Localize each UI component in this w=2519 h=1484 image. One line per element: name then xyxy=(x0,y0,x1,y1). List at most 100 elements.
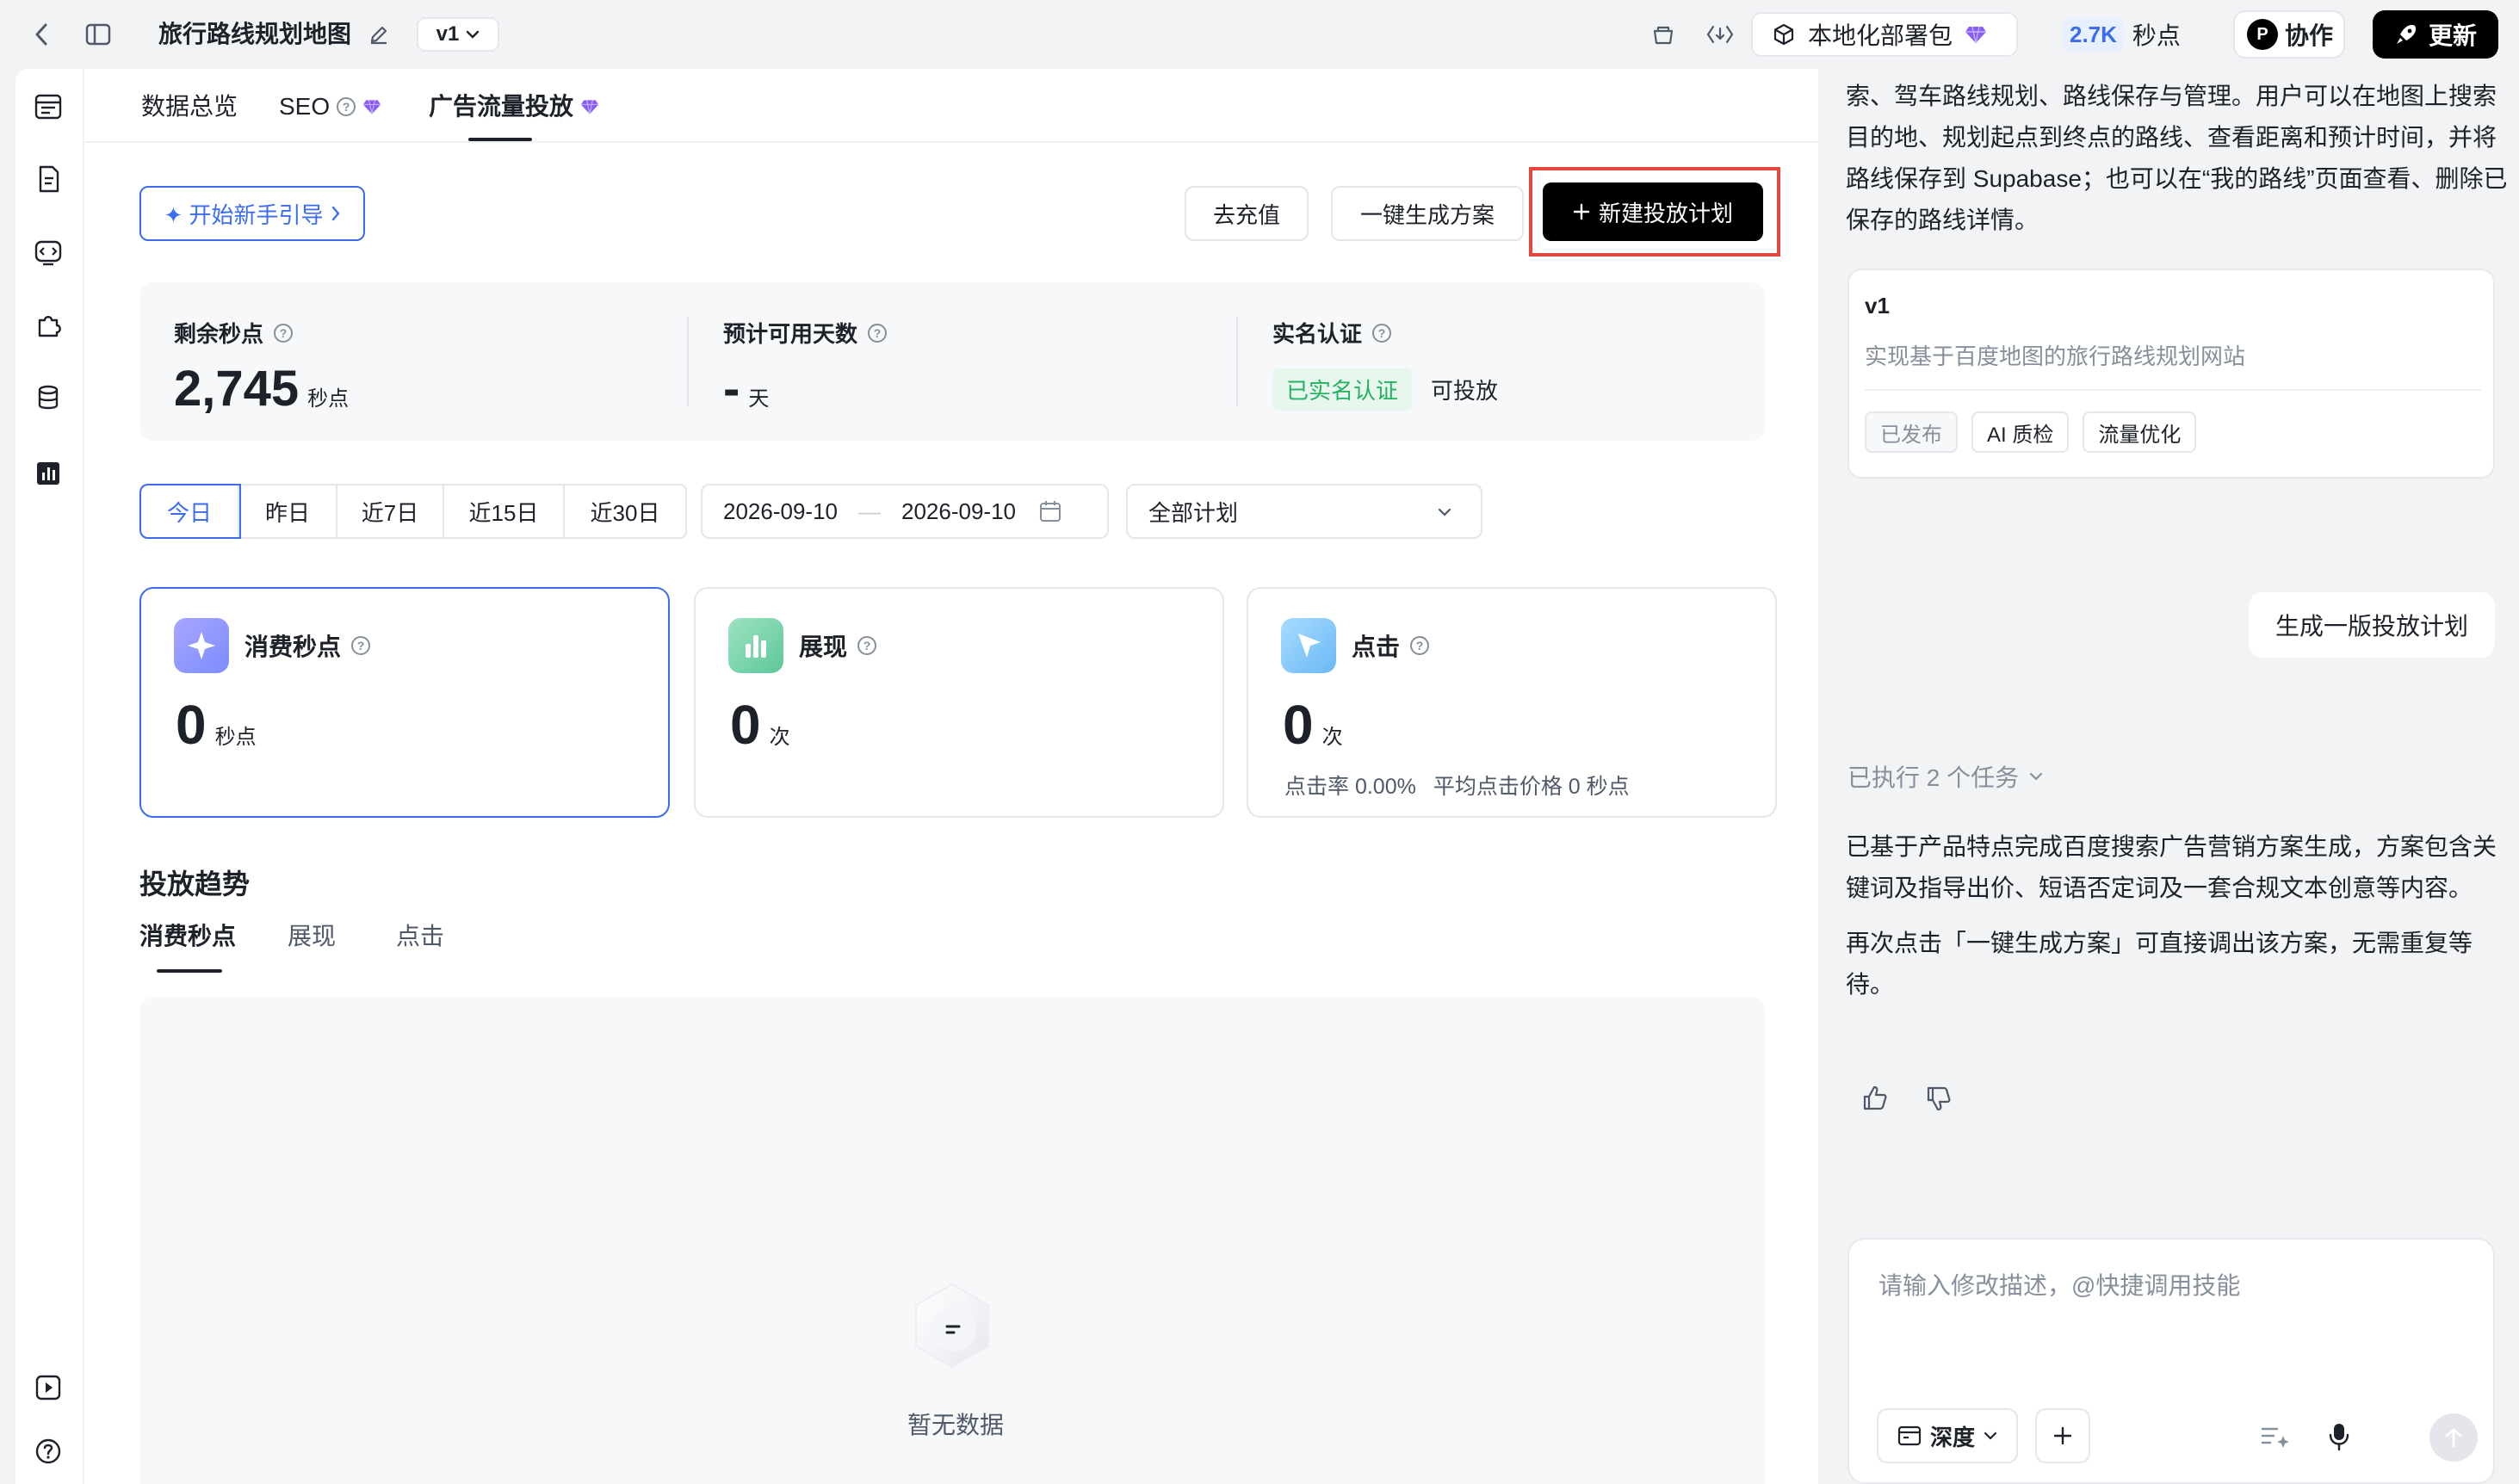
local-deploy-label: 本地化部署包 xyxy=(1808,22,1953,49)
stat-estimated-days: 预计可用天数? -天 xyxy=(689,282,1236,441)
metric-unit: 次 xyxy=(1321,726,1343,749)
stat-label: 预计可用天数 xyxy=(723,321,858,347)
edit-icon[interactable] xyxy=(363,19,394,50)
trend-tab-clicks[interactable]: 点击 xyxy=(396,918,444,952)
chevron-down-icon xyxy=(1438,508,1451,516)
help-circle-icon[interactable]: ? xyxy=(351,636,371,655)
stat-value: 2,745 xyxy=(174,361,300,417)
metric-card-impressions[interactable]: 展现? 0次 xyxy=(694,587,1224,818)
premium-gem-icon xyxy=(362,100,381,114)
tab-ad-traffic[interactable]: 广告流量投放 xyxy=(429,90,599,124)
code-export-icon[interactable] xyxy=(1705,19,1736,50)
executed-tasks-toggle[interactable]: 已执行 2 个任务 xyxy=(1847,759,2043,794)
cube-icon xyxy=(1773,23,1794,46)
stat-unit: 天 xyxy=(748,387,770,411)
premium-gem-icon xyxy=(1965,26,1987,44)
plugin-icon[interactable] xyxy=(33,310,64,341)
main-panel: 数据总览 SEO ? 广告流量投放 ✦ 开始新手引导 去充值 一键生成方案 新建… xyxy=(83,69,1820,1484)
tab-data-overview[interactable]: 数据总览 xyxy=(141,90,238,124)
verify-status: 可投放 xyxy=(1431,378,1499,404)
help-circle-icon[interactable]: ? xyxy=(274,323,294,343)
help-circle-icon[interactable]: ? xyxy=(1372,323,1392,343)
active-subtab-indicator xyxy=(157,969,222,973)
start-guide-button[interactable]: ✦ 开始新手引导 xyxy=(139,186,365,241)
date-range-picker[interactable]: 2026-09-10 — 2026-09-10 xyxy=(701,484,1109,539)
plan-select[interactable]: 全部计划 xyxy=(1126,484,1482,539)
chat-input-box[interactable]: 请输入修改描述，@快捷调用技能 深度 xyxy=(1847,1238,2495,1484)
code-icon[interactable] xyxy=(33,238,64,269)
tab-label: 广告流量投放 xyxy=(429,93,574,120)
analytics-icon[interactable] xyxy=(33,458,64,489)
metric-card-spend[interactable]: 消费秒点? 0 秒点 xyxy=(139,587,670,818)
ai-qa-chip[interactable]: AI 质检 xyxy=(1971,411,2070,453)
active-tab-indicator xyxy=(468,138,532,141)
version-select[interactable]: v1 xyxy=(417,17,499,52)
range-15d[interactable]: 近15日 xyxy=(444,485,565,537)
range-label: 今日 xyxy=(166,499,212,526)
recharge-button[interactable]: 去充值 xyxy=(1185,186,1309,241)
traffic-optimize-chip[interactable]: 流量优化 xyxy=(2083,411,2197,453)
published-chip: 已发布 xyxy=(1865,411,1958,453)
range-7d[interactable]: 近7日 xyxy=(337,485,444,537)
version-label: v1 xyxy=(436,22,460,46)
microphone-icon[interactable] xyxy=(2328,1422,2350,1451)
metric-name: 点击 xyxy=(1352,634,1401,660)
depth-mode-select[interactable]: 深度 xyxy=(1877,1408,2018,1463)
rocket-icon xyxy=(2396,25,2416,44)
range-30d[interactable]: 近30日 xyxy=(565,485,685,537)
recharge-label: 去充值 xyxy=(1212,201,1280,228)
help-circle-icon[interactable]: ? xyxy=(1410,636,1430,655)
metric-card-clicks[interactable]: 点击? 0次 点击率 0.00% 平均点击价格 0 秒点 xyxy=(1247,587,1777,818)
metric-value: 0 xyxy=(176,694,207,756)
chat-input-placeholder[interactable]: 请输入修改描述，@快捷调用技能 xyxy=(1878,1267,2240,1302)
help-icon[interactable] xyxy=(33,1436,64,1467)
send-button[interactable] xyxy=(2429,1413,2478,1462)
start-guide-label: ✦ 开始新手引导 xyxy=(164,201,324,228)
document-icon[interactable] xyxy=(33,164,64,195)
local-deploy-button[interactable]: 本地化部署包 xyxy=(1751,12,2018,57)
new-ad-plan-button[interactable]: 新建投放计划 xyxy=(1543,182,1763,241)
assistant-message: 索、驾车路线规划、路线保存与管理。用户可以在地图上搜索目的地、规划起点到终点的路… xyxy=(1846,83,2508,233)
tab-bar: 数据总览 SEO ? 广告流量投放 xyxy=(84,69,1820,143)
date-start: 2026-09-10 xyxy=(723,498,838,524)
help-circle-icon[interactable]: ? xyxy=(857,636,877,655)
attach-button[interactable] xyxy=(2035,1408,2090,1463)
help-circle-icon[interactable]: ? xyxy=(868,323,888,343)
divider xyxy=(1865,389,2481,391)
assistant-reply-note: 再次点击「一键生成方案」可直接调出该方案，无需重复等待。 xyxy=(1846,930,2473,998)
sparkle-icon xyxy=(174,618,229,673)
collaborate-button[interactable]: P 协作 xyxy=(2233,10,2345,59)
store-icon[interactable] xyxy=(1648,19,1679,50)
tab-seo[interactable]: SEO ? xyxy=(279,90,381,124)
database-icon[interactable] xyxy=(33,382,64,413)
thumbs-down-icon[interactable] xyxy=(1923,1083,1954,1114)
range-yesterday[interactable]: 昨日 xyxy=(239,485,337,537)
back-icon[interactable] xyxy=(26,19,57,50)
update-button[interactable]: 更新 xyxy=(2373,10,2498,59)
left-rail xyxy=(15,69,83,1484)
collaborate-label: 协作 xyxy=(2285,22,2334,49)
metric-name: 消费秒点 xyxy=(244,634,342,660)
metric-name: 展现 xyxy=(799,634,848,660)
update-label: 更新 xyxy=(2428,22,2477,49)
trend-tab-spend[interactable]: 消费秒点 xyxy=(139,918,236,952)
thumbs-up-icon[interactable] xyxy=(1860,1083,1891,1114)
one-click-generate-button[interactable]: 一键生成方案 xyxy=(1331,186,1524,241)
date-separator: — xyxy=(858,498,881,524)
trend-tab-impressions[interactable]: 展现 xyxy=(288,918,336,952)
chevron-down-icon xyxy=(1984,1431,1997,1440)
trend-chart-area: 暂无数据 xyxy=(139,997,1765,1484)
stat-value: - xyxy=(723,361,740,417)
chevron-right-icon xyxy=(331,206,340,221)
help-circle-icon: ? xyxy=(337,97,356,116)
top-bar: 旅行路线规划地图 v1 本地化部署包 2.7K 秒点 P 协作 更新 xyxy=(0,0,2519,69)
credits-balance[interactable]: 2.7K 秒点 xyxy=(2063,12,2192,57)
prompt-enhance-icon[interactable] xyxy=(2259,1424,2290,1450)
calendar-icon xyxy=(1040,501,1061,522)
dashboard-icon[interactable] xyxy=(33,91,64,122)
sidebar-toggle-icon[interactable] xyxy=(83,19,114,50)
bar-chart-icon xyxy=(728,618,783,673)
version-card[interactable]: v1 实现基于百度地图的旅行路线规划网站 已发布 AI 质检 流量优化 xyxy=(1847,269,2495,479)
range-today[interactable]: 今日 xyxy=(139,484,241,539)
video-tutorial-icon[interactable] xyxy=(33,1372,64,1403)
